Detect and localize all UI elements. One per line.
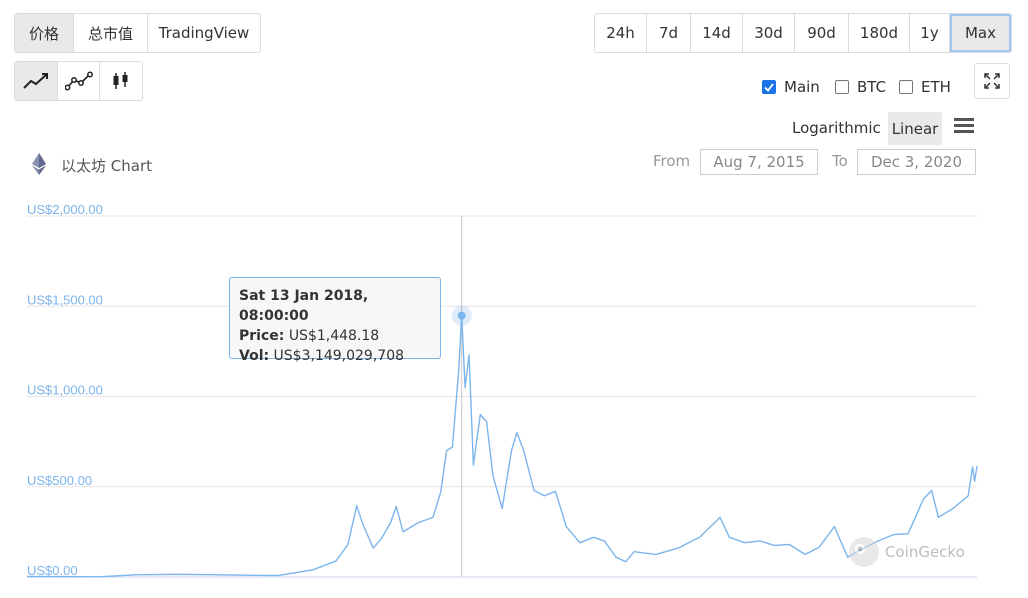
logarithmic-button[interactable]: Logarithmic: [792, 119, 881, 137]
range-1y-button[interactable]: 1y: [910, 14, 950, 52]
coingecko-logo-icon: [849, 537, 879, 567]
range-30d-button[interactable]: 30d: [743, 14, 795, 52]
y-tick-label: US$2,000.00: [27, 202, 103, 217]
tooltip-price-label: Price:: [239, 328, 285, 344]
ethereum-icon: [32, 153, 46, 175]
tooltip-vol-row: Vol: US$3,149,029,708: [239, 346, 431, 366]
candlestick-button[interactable]: [100, 62, 142, 100]
to-label: To: [832, 152, 848, 170]
price-tooltip: Sat 13 Jan 2018, 08:00:00 Price: US$1,44…: [229, 277, 441, 364]
linear-button[interactable]: Linear: [888, 112, 942, 145]
range-24h-button[interactable]: 24h: [595, 14, 647, 52]
price-series-line: [26, 314, 978, 578]
main-label: Main: [784, 78, 820, 96]
btc-checkbox[interactable]: BTC: [835, 78, 886, 96]
coingecko-watermark: CoinGecko: [848, 536, 965, 568]
fullscreen-button[interactable]: [974, 63, 1010, 99]
tab-price[interactable]: 价格: [15, 14, 74, 52]
tooltip-date: Sat 13 Jan 2018, 08:00:00: [239, 288, 369, 324]
candlestick-icon: [113, 72, 128, 89]
checkbox-icon: [835, 80, 849, 94]
to-date-input[interactable]: Dec 3, 2020: [857, 149, 976, 175]
range-7d-button[interactable]: 7d: [647, 14, 691, 52]
chart-title: 以太坊 Chart: [61, 157, 152, 175]
range-max-button[interactable]: Max: [950, 14, 1011, 52]
line-dots-icon: [64, 71, 93, 91]
range-90d-button[interactable]: 90d: [795, 14, 849, 52]
eth-checkbox[interactable]: ETH: [899, 78, 951, 96]
expand-icon: [984, 73, 1000, 89]
checkbox-icon: [899, 80, 913, 94]
range-14d-button[interactable]: 14d: [691, 14, 743, 52]
main-checkbox[interactable]: Main: [762, 78, 820, 96]
price-chart[interactable]: US$0.00 US$500.00 US$1,000.00 US$1,500.00 US…: [0, 190, 1028, 590]
chart-style-buttons: [14, 61, 143, 101]
hamburger-menu-icon: [954, 118, 974, 133]
tooltip-price-row: Price: US$1,448.18: [239, 326, 431, 346]
checkbox-checked-icon: [762, 80, 776, 94]
tooltip-vol: US$3,149,029,708: [273, 348, 405, 364]
tooltip-vol-label: Vol:: [239, 348, 270, 364]
hover-point: [457, 311, 466, 320]
y-tick-label: US$500.00: [27, 473, 92, 488]
range-buttons: 24h 7d 14d 30d 90d 180d 1y Max: [594, 13, 1012, 53]
eth-label: ETH: [921, 78, 951, 96]
line-chart-icon: [23, 73, 48, 89]
line-chart-button[interactable]: [15, 62, 58, 100]
tab-market-cap[interactable]: 总市值: [74, 14, 148, 52]
y-tick-label: US$0.00: [27, 563, 78, 578]
chart-type-tabs: 价格 总市值 TradingView: [14, 13, 261, 53]
menu-button[interactable]: [953, 117, 975, 135]
watermark-text: CoinGecko: [885, 543, 965, 561]
from-label: From: [653, 152, 691, 170]
tooltip-price: US$1,448.18: [288, 328, 380, 344]
from-date-input[interactable]: Aug 7, 2015: [700, 149, 818, 175]
tab-tradingview[interactable]: TradingView: [148, 14, 260, 52]
y-tick-label: US$1,000.00: [27, 383, 103, 398]
range-180d-button[interactable]: 180d: [849, 14, 910, 52]
line-dots-button[interactable]: [58, 62, 100, 100]
btc-label: BTC: [857, 78, 887, 96]
y-tick-label: US$1,500.00: [27, 292, 103, 307]
